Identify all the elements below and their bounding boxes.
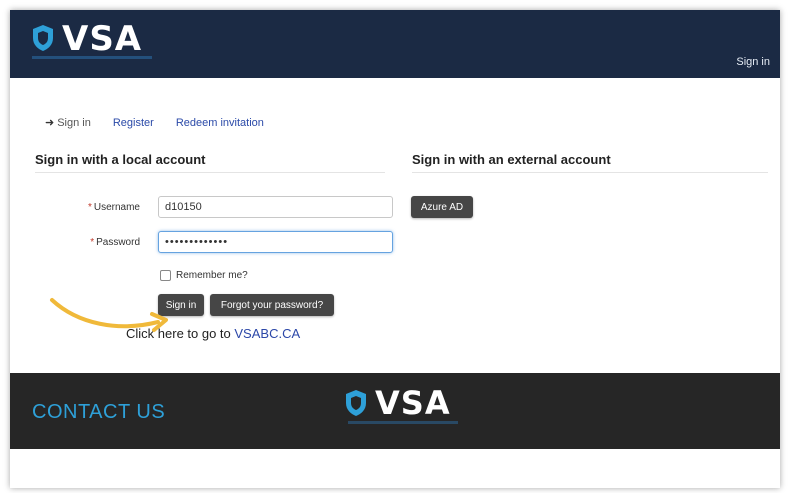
vsa-logo[interactable]: VSA [32,22,142,56]
divider [35,172,385,173]
forgot-password-button[interactable]: Forgot your password? [210,294,334,316]
remember-me-row: Remember me? [160,270,248,281]
auth-tabs: ➜ Sign in Register Redeem invitation [45,116,286,130]
username-field[interactable]: d10150 [158,196,393,218]
contact-us-link[interactable]: CONTACT US [32,401,165,424]
browser-page: VSA Sign in ➜ Sign in Register Redeem in… [10,10,780,488]
vsabc-link[interactable]: VSABC.CA [234,326,300,341]
local-account-title: Sign in with a local account [35,152,206,167]
footer-logo-text: VSA [375,384,451,422]
password-field[interactable]: ••••••••••••• [158,231,393,253]
logo-text: VSA [62,19,143,59]
footer-logo-tagline [348,421,458,424]
tab-register-label: Register [112,116,154,129]
footer-vsa-logo: VSA [345,387,451,419]
site-footer: CONTACT US VSA [10,373,780,449]
divider [412,172,768,173]
signin-icon: ➜ [45,117,55,129]
tab-redeem-invitation[interactable]: Redeem invitation [176,117,264,129]
site-header: VSA Sign in [10,10,780,78]
tab-redeem-label: Redeem invitation [175,116,264,129]
shield-logo-icon [346,390,366,416]
logo-tagline [32,56,152,59]
tab-signin[interactable]: ➜ Sign in [45,116,91,130]
tab-signin-label: Sign in [57,116,91,129]
tab-register[interactable]: Register [113,117,154,129]
external-account-title: Sign in with an external account [412,152,611,167]
remember-me-label: Remember me? [176,270,248,281]
annotation-arrow-icon [50,298,168,332]
username-label: * Username [87,202,140,213]
header-signin-link[interactable]: Sign in [736,56,770,68]
remember-me-checkbox[interactable] [160,270,171,281]
password-label: * Password [90,237,140,248]
azure-ad-button[interactable]: Azure AD [411,196,473,218]
shield-logo-icon [33,25,53,51]
